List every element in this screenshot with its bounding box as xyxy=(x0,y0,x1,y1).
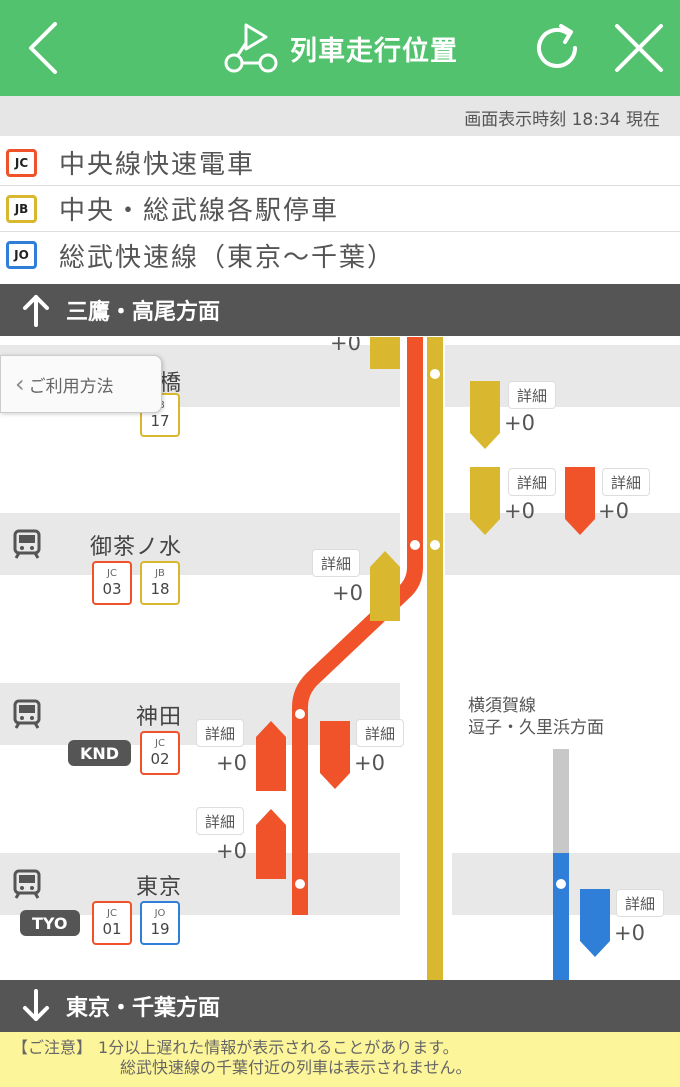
station-dot xyxy=(410,540,420,550)
train-marker-jb[interactable] xyxy=(470,381,500,451)
direction-up-label: 三鷹・高尾方面 xyxy=(66,300,221,325)
train-marker-jb[interactable] xyxy=(470,467,500,537)
notice-text-1: 1分以上遅れた情報が表示されることがあります。 xyxy=(98,1038,459,1057)
yokosuka-direction-label: 逗子・久里浜方面 xyxy=(468,718,604,738)
direction-down-bar: 東京・千葉方面 xyxy=(0,980,680,1032)
usage-guide-button[interactable]: ‹ ご利用方法 xyxy=(0,355,162,413)
train-delay: +0 xyxy=(216,751,247,775)
chevron-left-icon: ‹ xyxy=(15,370,25,398)
line-badge-jc: JC xyxy=(6,148,37,177)
usage-guide-label: ご利用方法 xyxy=(28,376,114,397)
station-code-badge: JO 19 xyxy=(140,901,180,945)
code-line: JC xyxy=(155,738,165,749)
chevron-left-icon xyxy=(29,22,57,74)
station-dot xyxy=(430,369,440,379)
notice-tag: 【ご注意】 xyxy=(12,1038,93,1057)
line-badge-jb: JB xyxy=(6,194,37,223)
code-line: JC xyxy=(107,908,117,919)
refresh-icon xyxy=(537,24,577,68)
train-delay: +0 xyxy=(504,411,535,435)
station-three-letter-code: TYO xyxy=(20,910,80,936)
arrow-down-icon xyxy=(20,986,52,1026)
line-item-jb[interactable]: JB 中央・総武線各駅停車 xyxy=(0,186,680,232)
refresh-button[interactable] xyxy=(522,0,592,96)
station-code-badge: JC 01 xyxy=(92,901,132,945)
station-name: 御茶ノ水 xyxy=(89,535,182,560)
line-item-jo[interactable]: JO 総武快速線（東京〜千葉） xyxy=(0,232,680,278)
station-name: 東京 xyxy=(135,875,182,900)
header-title-group: 列車走行位置 xyxy=(222,16,458,80)
line-name: 中央・総武線各駅停車 xyxy=(59,196,340,226)
close-icon xyxy=(615,24,663,72)
train-marker-jc[interactable] xyxy=(565,467,595,537)
code-num: 02 xyxy=(150,750,170,768)
notice-text-2: 総武快速線の千葉付近の列車は表示されません。 xyxy=(120,1058,472,1077)
station-three-letter-code: KND xyxy=(68,740,132,766)
code-num: 01 xyxy=(102,920,122,938)
close-button[interactable] xyxy=(604,0,674,96)
line-badge-jo: JO xyxy=(6,241,37,269)
detail-button[interactable]: 詳細 xyxy=(508,381,556,409)
detail-button[interactable]: 詳細 xyxy=(508,468,556,496)
train-marker-jc[interactable] xyxy=(320,721,350,791)
code-num: 03 xyxy=(102,580,122,598)
detail-button[interactable]: 詳細 xyxy=(196,807,244,835)
code-num: 18 xyxy=(150,580,170,598)
train-marker-jb[interactable] xyxy=(370,337,400,369)
detail-button[interactable]: 詳細 xyxy=(312,549,360,577)
train-marker-jb[interactable] xyxy=(370,551,400,621)
app-header: 列車走行位置 xyxy=(0,0,680,96)
train-station-icon xyxy=(10,697,44,731)
code-num: 17 xyxy=(150,412,170,430)
direction-down-label: 東京・千葉方面 xyxy=(66,996,221,1021)
train-delay: +0 xyxy=(614,921,645,945)
train-position-diagram: 橋 JB 17 御茶ノ水 JC 03 JB 18 神田 KND JC 02 東京… xyxy=(0,337,680,980)
train-route-icon xyxy=(224,23,278,73)
train-delay: +0 xyxy=(332,581,363,605)
notice-line-1: 【ご注意】 1分以上遅れた情報が表示されることがあります。 xyxy=(12,1038,680,1058)
detail-button[interactable]: 詳細 xyxy=(602,468,650,496)
station-name: 神田 xyxy=(135,705,182,730)
code-num: 19 xyxy=(150,920,170,938)
station-code-badge: JB 18 xyxy=(140,561,180,605)
code-line: JB xyxy=(155,568,165,579)
train-station-icon xyxy=(10,527,44,561)
station-code-badge: JC 02 xyxy=(140,731,180,775)
station-code-badge: JC 03 xyxy=(92,561,132,605)
train-delay: +0 xyxy=(216,839,247,863)
station-dot xyxy=(430,540,440,550)
track-map xyxy=(292,337,569,980)
timestamp-bar: 画面表示時刻 18:34 現在 xyxy=(0,96,680,136)
station-dot xyxy=(295,879,305,889)
train-station-icon xyxy=(10,867,44,901)
line-name: 総武快速線（東京〜千葉） xyxy=(59,242,396,273)
detail-button[interactable]: 詳細 xyxy=(196,719,244,747)
direction-up-bar: 三鷹・高尾方面 xyxy=(0,284,680,336)
detail-button[interactable]: 詳細 xyxy=(356,719,404,747)
line-item-jc[interactable]: JC 中央線快速電車 xyxy=(0,140,680,186)
train-delay: +0 xyxy=(330,337,361,355)
code-line: JO xyxy=(154,908,166,919)
train-marker-jc[interactable] xyxy=(256,721,286,791)
arrow-up-icon xyxy=(20,290,52,330)
station-dot xyxy=(556,879,566,889)
timestamp-text: 画面表示時刻 18:34 現在 xyxy=(464,110,660,130)
train-delay: +0 xyxy=(598,499,629,523)
train-delay: +0 xyxy=(504,499,535,523)
train-marker-jc[interactable] xyxy=(256,809,286,879)
line-name: 中央線快速電車 xyxy=(59,150,256,180)
detail-button[interactable]: 詳細 xyxy=(616,889,664,917)
back-button[interactable] xyxy=(8,0,78,96)
notice-banner: 【ご注意】 1分以上遅れた情報が表示されることがあります。 総武快速線の千葉付近の… xyxy=(0,1032,680,1087)
train-marker-jo[interactable] xyxy=(580,889,610,959)
train-delay: +0 xyxy=(354,751,385,775)
code-line: JC xyxy=(107,568,117,579)
station-dot xyxy=(295,709,305,719)
page-title: 列車走行位置 xyxy=(290,35,458,67)
track-jc xyxy=(292,337,423,915)
